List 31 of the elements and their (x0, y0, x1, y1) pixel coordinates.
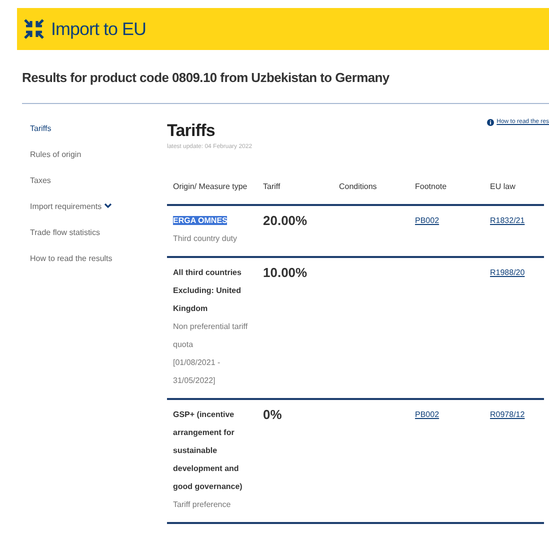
sidebar-item[interactable]: Import requirements (30, 200, 167, 226)
sidebar-item[interactable]: Trade flow statistics (30, 226, 167, 252)
column-header: Tariff (263, 182, 280, 191)
footnote-link[interactable]: PB002 (415, 216, 440, 225)
tariff-rate: 0% (263, 407, 282, 422)
origin-text: GSP+ (incentive arrangement for sustainable development and good governance) (173, 410, 242, 491)
logo-icon (23, 18, 45, 40)
tariff-rate: 10.00% (263, 265, 308, 280)
eu-law-link[interactable]: R0978/12 (490, 410, 525, 419)
sidebar-item[interactable]: Tariffs (30, 122, 167, 148)
column-header: Footnote (415, 182, 447, 191)
origin-text: All third countries Excluding: United Kingdom (173, 268, 242, 313)
tariff-rate: 20.00% (263, 213, 308, 228)
info-icon (486, 118, 494, 126)
origin-text: ERGA OMNES (173, 216, 228, 225)
sidebar-item[interactable]: Taxes (30, 174, 167, 200)
column-header: EU law (490, 182, 516, 191)
results-heading: Results for product code 0809.10 from Uzbekistan to Germany (22, 50, 549, 104)
eu-law-link[interactable]: R1832/21 (490, 216, 525, 225)
measure-type: Third country duty (173, 233, 238, 245)
column-header: Origin/ Measure type (173, 182, 248, 191)
app-title: Import to EU (51, 18, 146, 41)
eu-law-link[interactable]: R1988/20 (490, 268, 525, 277)
footnote-link[interactable]: PB002 (415, 410, 440, 419)
measure-type: Non preferential tariff quota (173, 321, 249, 351)
sidebar-item[interactable]: How to read the results (30, 252, 167, 278)
validity-period: [01/08/2021 - 31/05/2022] (173, 357, 222, 387)
sidebar-item[interactable]: Rules of origin (30, 148, 167, 174)
column-header: Conditions (339, 182, 377, 191)
section-title: Tariffs (167, 120, 216, 142)
measure-type: Tariff preference (173, 499, 232, 511)
